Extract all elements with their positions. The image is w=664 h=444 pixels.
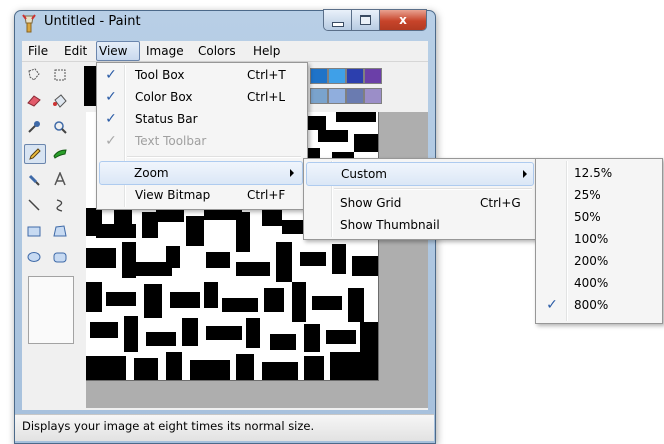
zoom-option[interactable]: 12.5%	[538, 162, 660, 184]
close-button[interactable]: x	[380, 10, 426, 30]
check-icon: ✓	[105, 133, 117, 149]
zoom-option[interactable]: 50%	[538, 206, 660, 228]
curve-icon[interactable]	[50, 196, 70, 214]
palette-swatch[interactable]	[346, 88, 364, 104]
menu-item-label: Status Bar	[135, 112, 198, 126]
paint-app-icon[interactable]	[20, 14, 38, 34]
menu-separator	[334, 188, 532, 190]
menu-item-zoom[interactable]: Zoom	[99, 161, 303, 185]
color-palette	[310, 68, 382, 104]
rounded-rect-icon[interactable]	[50, 248, 70, 266]
palette-swatch[interactable]	[346, 68, 364, 84]
minimize-icon	[331, 21, 344, 27]
check-icon: ✓	[105, 67, 117, 83]
menu-item-shortcut: Ctrl+G	[480, 196, 521, 210]
menu-item-shortcut: Ctrl+L	[247, 90, 286, 104]
pencil-icon[interactable]	[24, 144, 46, 164]
menu-item-shortcut: Ctrl+F	[247, 188, 286, 202]
view-menu: ✓ Tool Box Ctrl+T ✓ Color Box Ctrl+L ✓ S…	[96, 62, 308, 210]
menu-item-label: Show Thumbnail	[340, 218, 440, 232]
free-select-icon[interactable]	[24, 66, 44, 84]
magnifier-icon[interactable]	[50, 118, 70, 136]
zoom-option[interactable]: 400%	[538, 272, 660, 294]
palette-swatch[interactable]	[364, 68, 382, 84]
submenu-arrow-icon	[523, 170, 527, 178]
menu-item-show-grid[interactable]: Show Grid Ctrl+G	[306, 192, 534, 214]
menu-view[interactable]: View	[96, 41, 140, 61]
zoom-option[interactable]: 100%	[538, 228, 660, 250]
tool-options[interactable]	[28, 276, 74, 344]
fill-icon[interactable]	[50, 92, 70, 110]
status-text: Displays your image at eight times its n…	[22, 419, 315, 433]
zoom-option-label: 100%	[574, 232, 609, 246]
maximize-button[interactable]	[352, 10, 380, 30]
zoom-option-label: 400%	[574, 276, 609, 290]
eraser-icon[interactable]	[24, 92, 44, 110]
text-icon[interactable]	[50, 170, 70, 188]
palette-swatch[interactable]	[328, 68, 346, 84]
zoom-option-label: 12.5%	[574, 166, 613, 180]
palette-swatch[interactable]	[364, 88, 382, 104]
menu-edit[interactable]: Edit	[62, 43, 89, 59]
zoom-option-label: 200%	[574, 254, 609, 268]
menu-item-show-thumbnail[interactable]: Show Thumbnail	[306, 214, 534, 236]
rectangle-icon[interactable]	[24, 222, 44, 240]
window-title: Untitled - Paint	[44, 14, 141, 29]
palette-swatch[interactable]	[328, 88, 346, 104]
menu-item-custom[interactable]: Custom	[306, 162, 534, 186]
zoom-option-label: 800%	[574, 298, 609, 312]
menu-item-text-toolbar: ✓ Text Toolbar	[99, 130, 303, 152]
menu-item-label: Tool Box	[135, 68, 185, 82]
airbrush-icon[interactable]	[24, 170, 44, 188]
menu-help[interactable]: Help	[251, 43, 282, 59]
menu-item-tool-box[interactable]: ✓ Tool Box Ctrl+T	[99, 64, 303, 86]
menu-item-label: Custom	[341, 167, 387, 181]
menu-image[interactable]: Image	[144, 43, 186, 59]
check-icon: ✓	[105, 89, 117, 105]
menu-item-label: Color Box	[135, 90, 193, 104]
zoom-option-selected[interactable]: ✓ 800%	[538, 294, 660, 316]
check-icon: ✓	[105, 111, 117, 127]
zoom-option[interactable]: 25%	[538, 184, 660, 206]
palette-swatch[interactable]	[310, 68, 328, 84]
polygon-icon[interactable]	[50, 222, 70, 240]
menu-item-label: View Bitmap	[135, 188, 211, 202]
rect-select-icon[interactable]	[50, 66, 70, 84]
zoom-option[interactable]: 200%	[538, 250, 660, 272]
picker-icon[interactable]	[24, 118, 44, 136]
menu-item-view-bitmap[interactable]: View Bitmap Ctrl+F	[99, 184, 303, 206]
maximize-icon	[360, 15, 371, 25]
menu-item-status-bar[interactable]: ✓ Status Bar	[99, 108, 303, 130]
custom-zoom-submenu: 12.5% 25% 50% 100% 200% 400% ✓ 800%	[535, 158, 663, 324]
menu-colors[interactable]: Colors	[196, 43, 238, 59]
zoom-option-label: 25%	[574, 188, 601, 202]
submenu-arrow-icon	[290, 169, 294, 177]
menu-separator	[127, 156, 301, 158]
brush-icon[interactable]	[50, 144, 70, 162]
menu-item-label: Zoom	[134, 166, 169, 180]
zoom-option-label: 50%	[574, 210, 601, 224]
caption-buttons: x	[323, 9, 427, 31]
menu-item-label: Show Grid	[340, 196, 402, 210]
palette-swatch[interactable]	[310, 88, 328, 104]
menu-item-color-box[interactable]: ✓ Color Box Ctrl+L	[99, 86, 303, 108]
zoom-submenu: Custom Show Grid Ctrl+G Show Thumbnail	[303, 158, 537, 240]
menu-file[interactable]: File	[26, 43, 50, 59]
ellipse-icon[interactable]	[24, 248, 44, 266]
check-icon: ✓	[546, 297, 558, 313]
line-icon[interactable]	[24, 196, 44, 214]
minimize-button[interactable]	[324, 10, 352, 30]
menu-item-shortcut: Ctrl+T	[247, 68, 286, 82]
menu-item-label: Text Toolbar	[135, 134, 207, 148]
